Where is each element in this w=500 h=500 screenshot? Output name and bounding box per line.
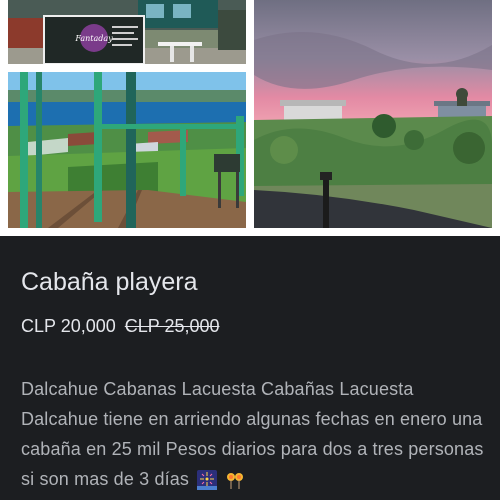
fireworks-icon (197, 470, 218, 491)
price-row: CLP 20,000 CLP 25,000 (21, 316, 220, 337)
cabin-sign-photo: Fantaday (8, 0, 246, 64)
current-price: CLP 20,000 (21, 316, 116, 336)
evening-field-photo (254, 0, 492, 228)
listing-photo-2[interactable] (8, 72, 246, 228)
listing-photo-1[interactable]: Fantaday (8, 0, 246, 64)
original-price: CLP 25,000 (124, 316, 220, 336)
sparkler-icon (225, 470, 246, 491)
description-text: Dalcahue Cabanas Lacuesta Cabañas Lacues… (21, 379, 484, 489)
listing-details-panel: Cabaña playera CLP 20,000 CLP 25,000 Dal… (0, 236, 500, 500)
listing-photo-3[interactable] (254, 0, 492, 228)
deck-sea-view-photo (8, 72, 246, 228)
photo-grid: Fantaday (0, 0, 500, 236)
sign-text: Fantaday (74, 34, 113, 43)
listing-description: Dalcahue Cabanas Lacuesta Cabañas Lacues… (21, 374, 491, 494)
listing-title: Cabaña playera (21, 268, 198, 296)
